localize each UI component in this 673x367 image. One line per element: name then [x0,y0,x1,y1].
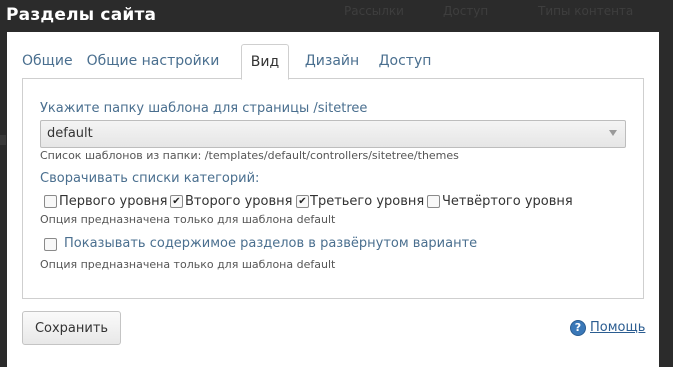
levels-hint: Опция предназначена только для шаблона d… [40,213,336,226]
template-folder-label: Укажите папку шаблона для страницы /site… [40,101,368,116]
template-select[interactable]: default [40,120,626,148]
tab-panel-view: Укажите папку шаблона для страницы /site… [22,78,644,299]
dialog-titlebar: Разделы сайта [0,0,673,32]
checkbox-level-3-label[interactable]: Третьего уровня [310,194,424,209]
help-link[interactable]: Помощь [590,320,645,335]
tab-view[interactable]: Вид [241,44,289,80]
template-hint: Список шаблонов из папки: /templates/def… [40,149,459,162]
tab-bar: Общие Общие настройки Вид Дизайн Доступ [22,44,644,80]
background-strip [0,135,6,145]
checkbox-level-4-label[interactable]: Четвёртого уровня [442,194,573,209]
checkbox-level-3[interactable]: ✔ [296,195,309,208]
checkbox-level-1[interactable] [44,195,57,208]
chevron-down-icon [609,130,617,136]
tab-general-settings[interactable]: Общие настройки [84,44,222,78]
save-button[interactable]: Сохранить [22,311,121,345]
checkbox-level-1-label[interactable]: Первого уровня [59,194,167,209]
template-select-value: default [47,126,93,141]
collapse-categories-label: Сворачивать списки категорий: [40,171,260,186]
expanded-hint: Опция предназначена только для шаблона d… [40,258,336,271]
checkbox-level-4[interactable] [427,195,440,208]
help-icon[interactable]: ? [570,320,586,336]
tab-design[interactable]: Дизайн [303,44,361,78]
tab-access[interactable]: Доступ [376,44,434,78]
dialog: Общие Общие настройки Вид Дизайн Доступ … [7,32,659,367]
checkbox-expanded[interactable] [44,238,57,251]
dialog-title: Разделы сайта [6,5,157,25]
checkbox-level-2-label[interactable]: Второго уровня [185,194,292,209]
tab-general[interactable]: Общие [22,44,73,78]
checkbox-expanded-label[interactable]: Показывать содержимое разделов в развёрн… [64,236,477,251]
checkbox-level-2[interactable]: ✔ [170,195,183,208]
